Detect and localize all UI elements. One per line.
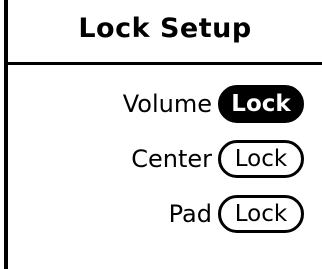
volume-label: Volume (122, 90, 212, 118)
pad-label: Pad (168, 200, 212, 228)
volume-lock-button[interactable]: Lock (218, 85, 304, 123)
pad-lock-button[interactable]: Lock (218, 195, 304, 233)
pad-lock-row: Pad Lock (169, 194, 304, 234)
screen-title: Lock Setup (78, 12, 252, 44)
center-lock-button[interactable]: Lock (218, 140, 304, 178)
header: Lock Setup (8, 0, 322, 64)
header-divider (8, 62, 322, 65)
lock-setup-screen: Lock Setup Volume Lock Center Lock Pad L… (0, 0, 322, 269)
volume-lock-row: Volume Lock (123, 84, 304, 124)
center-label: Center (131, 145, 212, 173)
center-lock-row: Center Lock (131, 139, 304, 179)
